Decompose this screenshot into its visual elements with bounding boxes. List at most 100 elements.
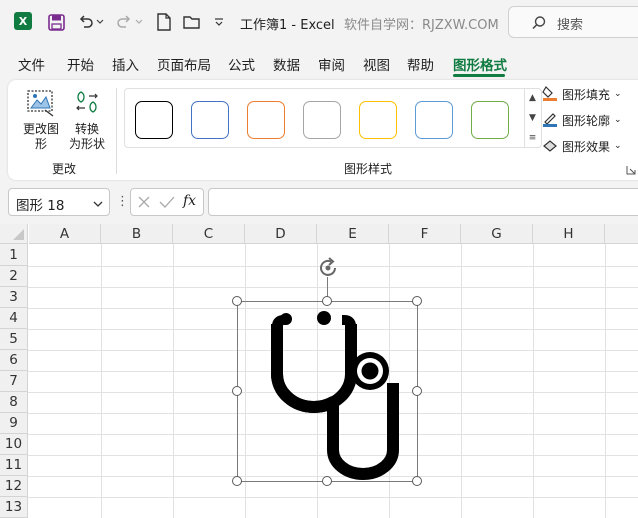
grid-line <box>28 287 638 288</box>
paint-bucket-icon <box>542 85 562 104</box>
formula-tools: fx <box>130 188 204 216</box>
change-shape-button[interactable]: 更改图 形 <box>16 88 66 152</box>
tab-formulas[interactable]: 公式 <box>228 54 255 74</box>
shape-fill-label: 图形填充 <box>562 87 611 102</box>
row-header-5[interactable]: 5 <box>0 329 28 350</box>
row-header-2[interactable]: 2 <box>0 266 28 287</box>
resize-handle-bottom-right[interactable] <box>412 476 422 486</box>
row-header-11[interactable]: 11 <box>0 455 28 476</box>
column-header-h[interactable]: H <box>533 224 605 244</box>
group-label-shape-styles: 图形样式 <box>344 162 393 176</box>
formula-bar-grip-icon[interactable]: ⋮ <box>116 194 129 209</box>
column-header-f[interactable]: F <box>389 224 461 244</box>
resize-handle-bottom-left[interactable] <box>232 476 242 486</box>
site-watermark: 软件自学网：RJZXW.COM <box>344 18 499 33</box>
resize-handle-right[interactable] <box>412 386 422 396</box>
search-label: 搜索 <box>557 18 584 33</box>
resize-handle-bottom[interactable] <box>322 476 332 486</box>
shape-fill-button[interactable]: 图形填充 ⌄ <box>542 84 622 104</box>
window-title: 工作簿1 - Excel <box>240 18 335 33</box>
row-header-12[interactable]: 12 <box>0 476 28 497</box>
group-separator <box>116 88 117 174</box>
open-folder-icon[interactable] <box>182 12 202 32</box>
shape-effects-button[interactable]: 图形效果 ⌄ <box>542 136 622 156</box>
title-bar: X 工作簿1 - Excel 软件自学网：RJZXW.COM 搜索 <box>0 0 638 44</box>
tab-view[interactable]: 视图 <box>363 54 390 74</box>
row-header-8[interactable]: 8 <box>0 392 28 413</box>
fill-dropdown-icon: ⌄ <box>614 89 622 99</box>
column-header-g[interactable]: G <box>461 224 533 244</box>
column-header-b[interactable]: B <box>101 224 173 244</box>
outline-dropdown-icon: ⌄ <box>614 115 622 125</box>
enter-check-icon[interactable] <box>159 195 175 213</box>
change-shape-icon <box>16 88 66 122</box>
convert-to-shape-button[interactable]: 转换 为形状 <box>64 88 110 152</box>
undo-icon[interactable] <box>76 12 96 32</box>
row-header-10[interactable]: 10 <box>0 434 28 455</box>
cancel-icon[interactable] <box>137 195 151 213</box>
grid-line <box>28 497 638 498</box>
gallery-expand-icon[interactable]: ≡ <box>524 128 540 148</box>
undo-dropdown-icon[interactable] <box>95 12 105 32</box>
name-box-dropdown-icon[interactable] <box>93 197 103 212</box>
select-all-corner[interactable] <box>0 224 28 244</box>
style-swatch-gold[interactable] <box>359 101 397 139</box>
customize-toolbar-icon[interactable] <box>212 12 226 32</box>
tab-home[interactable]: 开始 <box>67 54 94 74</box>
row-header-13[interactable]: 13 <box>0 497 28 518</box>
name-box[interactable]: 图形 18 <box>8 188 110 216</box>
row-header-4[interactable]: 4 <box>0 308 28 329</box>
column-header-a[interactable]: A <box>29 224 101 244</box>
effects-dropdown-icon: ⌄ <box>614 141 622 151</box>
row-header-3[interactable]: 3 <box>0 287 28 308</box>
tab-help[interactable]: 帮助 <box>407 54 434 74</box>
style-swatch-green[interactable] <box>471 101 509 139</box>
dialog-launcher-icon[interactable] <box>626 164 636 179</box>
style-swatch-orange[interactable] <box>247 101 285 139</box>
row-header-7[interactable]: 7 <box>0 371 28 392</box>
redo-icon[interactable] <box>114 12 134 32</box>
row-header-6[interactable]: 6 <box>0 350 28 371</box>
tab-shape-format[interactable]: 图形格式 <box>453 54 507 74</box>
shape-outline-label: 图形轮廓 <box>562 113 611 128</box>
tab-review[interactable]: 审阅 <box>318 54 345 74</box>
ribbon: 更改图 形 转换 为形状 更改 ▲ ▼ ≡ 图形样式 图形填充 ⌄ 图形轮廓 ⌄ 图… <box>8 80 638 180</box>
style-swatch-lightblue[interactable] <box>415 101 453 139</box>
search-box[interactable]: 搜索 <box>508 6 638 38</box>
shape-outline-button[interactable]: 图形轮廓 ⌄ <box>542 110 622 130</box>
new-file-icon[interactable] <box>154 12 174 32</box>
resize-handle-left[interactable] <box>232 386 242 396</box>
insert-function-button[interactable]: fx <box>183 193 196 209</box>
style-swatch-black[interactable] <box>135 101 173 139</box>
tab-data[interactable]: 数据 <box>273 54 300 74</box>
column-header-i[interactable] <box>605 224 638 244</box>
formula-input[interactable] <box>208 188 638 216</box>
selected-shape[interactable] <box>237 301 418 482</box>
style-swatch-blue[interactable] <box>191 101 229 139</box>
save-icon[interactable] <box>46 12 66 32</box>
active-tab-indicator <box>453 74 505 77</box>
tab-insert[interactable]: 插入 <box>112 54 139 74</box>
shape-styles-gallery <box>124 88 542 148</box>
resize-handle-top-left[interactable] <box>232 296 242 306</box>
tab-file[interactable]: 文件 <box>18 54 45 74</box>
shape-effects-label: 图形效果 <box>562 139 611 154</box>
column-header-c[interactable]: C <box>173 224 245 244</box>
row-header-1[interactable]: 1 <box>0 244 28 266</box>
pen-outline-icon <box>542 111 562 130</box>
rotate-handle-icon[interactable] <box>316 256 340 284</box>
gallery-scroll-up-icon[interactable]: ▲ <box>524 88 540 108</box>
column-header-d[interactable]: D <box>245 224 317 244</box>
change-shape-label: 更改图 形 <box>22 122 59 151</box>
resize-handle-top-right[interactable] <box>412 296 422 306</box>
convert-to-shape-label: 转换 为形状 <box>68 122 105 151</box>
resize-handle-top[interactable] <box>322 296 332 306</box>
excel-logo-icon: X <box>14 12 32 30</box>
column-header-e[interactable]: E <box>317 224 389 244</box>
tab-page-layout[interactable]: 页面布局 <box>157 54 211 74</box>
row-header-9[interactable]: 9 <box>0 413 28 434</box>
redo-dropdown-icon[interactable] <box>134 12 144 32</box>
style-swatch-gray[interactable] <box>303 101 341 139</box>
name-box-value: 图形 18 <box>16 198 65 214</box>
gallery-scroll-down-icon[interactable]: ▼ <box>524 108 540 128</box>
